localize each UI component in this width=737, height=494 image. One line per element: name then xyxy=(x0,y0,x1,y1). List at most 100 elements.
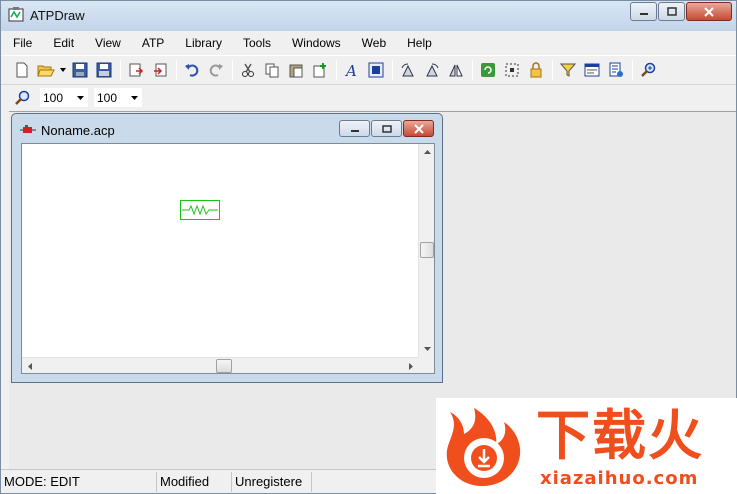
cut-icon xyxy=(242,63,254,77)
import-button[interactable] xyxy=(125,59,147,81)
export-button[interactable] xyxy=(149,59,171,81)
open-folder-icon xyxy=(37,65,55,76)
restore-icon xyxy=(381,125,392,133)
menu-web[interactable]: Web xyxy=(350,32,395,54)
maximize-button[interactable] xyxy=(658,2,685,21)
doc-restore-button[interactable] xyxy=(371,120,402,137)
close-icon xyxy=(704,6,714,17)
menu-windows[interactable]: Windows xyxy=(280,32,350,54)
text-button[interactable]: A xyxy=(341,59,363,81)
resistor-component[interactable] xyxy=(180,200,220,220)
open-dropdown[interactable] xyxy=(59,59,67,81)
comment-icon xyxy=(584,63,600,76)
image-button[interactable] xyxy=(365,59,387,81)
zoom-value-1: 100 xyxy=(43,90,64,105)
save-all-icon xyxy=(96,62,112,77)
undo-icon xyxy=(185,63,199,77)
save-all-button[interactable] xyxy=(93,59,115,81)
cut-button[interactable] xyxy=(237,59,259,81)
rotate-left-button[interactable] xyxy=(397,59,419,81)
menu-help[interactable]: Help xyxy=(395,32,441,54)
vertical-scrollbar[interactable] xyxy=(418,144,434,357)
lock-icon xyxy=(530,61,542,77)
document-icon xyxy=(20,125,36,133)
resize-grip-icon[interactable] xyxy=(418,357,434,373)
doc-close-button[interactable] xyxy=(403,120,434,137)
paste-icon xyxy=(289,64,303,77)
filter-icon xyxy=(560,63,576,77)
export-icon xyxy=(154,63,167,76)
copy-button[interactable] xyxy=(261,59,283,81)
comment-button[interactable] xyxy=(581,59,603,81)
flip-button[interactable] xyxy=(445,59,467,81)
duplicate-button[interactable] xyxy=(309,59,331,81)
chevron-down-icon xyxy=(126,95,142,100)
zoom-select-2[interactable]: 100 xyxy=(93,87,143,108)
doc-minimize-button[interactable] xyxy=(339,120,370,137)
lock-button[interactable] xyxy=(525,59,547,81)
title-bar: ATPDraw xyxy=(1,1,736,31)
zoom-toolbar: 100 100 xyxy=(1,84,736,110)
close-icon xyxy=(413,123,424,134)
scroll-down-icon[interactable] xyxy=(419,341,435,357)
open-button[interactable] xyxy=(35,59,57,81)
dropdown-arrow-icon xyxy=(60,67,66,72)
watermark: 下载火 xiazaihuo.com xyxy=(436,398,737,494)
close-button[interactable] xyxy=(686,2,732,21)
settings-button[interactable] xyxy=(605,59,627,81)
menu-bar: File Edit View ATP Library Tools Windows… xyxy=(1,32,736,54)
duplicate-icon xyxy=(313,62,326,77)
redo-icon xyxy=(209,63,223,77)
svg-text:A: A xyxy=(344,62,357,78)
refresh-icon xyxy=(481,62,495,77)
scroll-up-icon[interactable] xyxy=(419,144,435,160)
copy-icon xyxy=(265,63,279,77)
save-button[interactable] xyxy=(69,59,91,81)
menu-view[interactable]: View xyxy=(83,32,130,54)
status-modified: Modified xyxy=(157,472,232,492)
zoom-button[interactable] xyxy=(11,87,33,109)
menu-atp[interactable]: ATP xyxy=(130,32,173,54)
horizontal-scroll-thumb[interactable] xyxy=(216,359,232,373)
status-mode: MODE: EDIT xyxy=(1,472,157,492)
circuit-canvas[interactable] xyxy=(21,143,435,374)
zoom-in-icon xyxy=(641,62,656,77)
menu-tools[interactable]: Tools xyxy=(231,32,280,54)
window-title: ATPDraw xyxy=(30,8,85,23)
zoom-in-button[interactable] xyxy=(637,59,659,81)
document-title-bar: Noname.acp xyxy=(20,120,115,140)
atpdraw-app-icon xyxy=(8,7,24,23)
refresh-button[interactable] xyxy=(477,59,499,81)
new-file-button[interactable] xyxy=(11,59,33,81)
watermark-url-text: xiazaihuo.com xyxy=(540,468,699,489)
filter-button[interactable] xyxy=(557,59,579,81)
watermark-chinese-text: 下载火 xyxy=(536,404,704,467)
vertical-scroll-thumb[interactable] xyxy=(420,242,434,258)
flame-logo-icon xyxy=(446,408,521,486)
undo-button[interactable] xyxy=(181,59,203,81)
chevron-down-icon xyxy=(72,95,88,100)
flip-icon xyxy=(449,64,463,76)
scroll-left-icon[interactable] xyxy=(22,358,38,374)
import-icon xyxy=(129,63,144,76)
rotate-right-icon xyxy=(426,63,439,76)
menu-file[interactable]: File xyxy=(1,32,41,54)
scroll-right-icon[interactable] xyxy=(403,358,419,374)
minimize-button[interactable] xyxy=(630,2,657,21)
minimize-icon xyxy=(639,12,648,15)
rotate-right-button[interactable] xyxy=(421,59,443,81)
magnifier-icon xyxy=(15,90,30,105)
resistor-icon xyxy=(182,204,218,216)
zoom-select-1[interactable]: 100 xyxy=(39,87,89,108)
select-all-button[interactable] xyxy=(501,59,523,81)
menu-library[interactable]: Library xyxy=(173,32,231,54)
status-registration: Unregistere xyxy=(232,472,312,492)
menu-edit[interactable]: Edit xyxy=(41,32,83,54)
paste-button[interactable] xyxy=(285,59,307,81)
settings-icon xyxy=(609,62,623,77)
horizontal-scrollbar[interactable] xyxy=(22,357,419,373)
select-all-icon xyxy=(505,63,519,76)
text-icon: A xyxy=(344,62,357,78)
zoom-value-2: 100 xyxy=(97,90,118,105)
redo-button[interactable] xyxy=(205,59,227,81)
